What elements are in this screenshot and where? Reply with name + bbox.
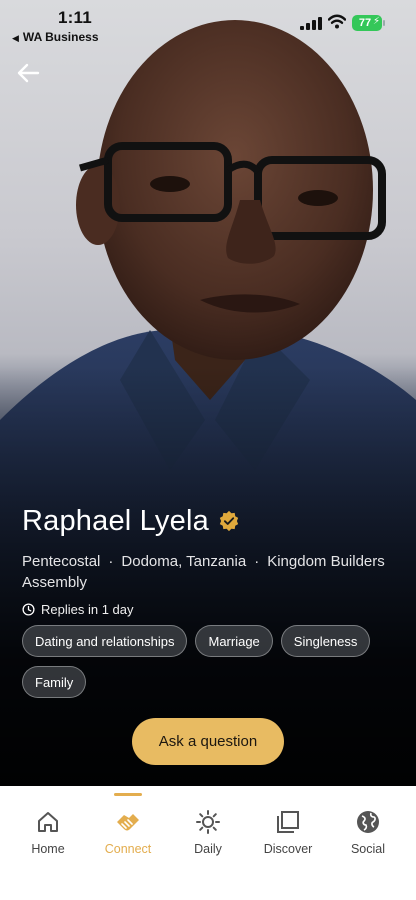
profile-info: Raphael Lyela Pentecostal · Dodoma, Tanzan… (22, 498, 402, 618)
profile-name: Raphael Lyela (22, 504, 209, 537)
meta-separator: · (108, 553, 114, 570)
verified-badge-icon (219, 510, 239, 532)
back-triangle-icon: ◀ (12, 33, 19, 43)
back-to-app-link[interactable]: ◀ WA Business (12, 30, 99, 44)
clock-icon (22, 603, 35, 616)
nav-label-social: Social (350, 842, 386, 856)
home-icon (38, 812, 58, 832)
name-row: Raphael Lyela (22, 498, 402, 544)
response-time: Replies in 1 day (22, 602, 402, 617)
back-arrow-icon[interactable] (14, 60, 42, 86)
profile-church-line1: Kingdom Builders (267, 553, 385, 570)
battery-indicator: 77 ⚡ (352, 15, 385, 31)
back-app-label: WA Business (22, 30, 99, 44)
charging-bolt-icon: ⚡ (372, 16, 380, 27)
active-tab-indicator (114, 793, 142, 796)
status-bar: 1:11 ◀ WA Business 77 ⚡ (0, 0, 416, 50)
tag-chip[interactable]: Marriage (195, 625, 273, 657)
profile-denomination: Pentecostal (22, 553, 101, 570)
nav-item-discover[interactable]: Discover (248, 808, 328, 856)
ask-question-button[interactable]: Ask a question (132, 718, 284, 765)
profile-church-line2: Assembly (22, 574, 88, 591)
meta-separator: · (254, 553, 260, 570)
profile-location: Dodoma, Tanzania (121, 553, 247, 570)
profile-meta: Pentecostal · Dodoma, Tanzania · Kingdom Bui… (22, 551, 402, 593)
nav-item-social[interactable]: Social (328, 808, 408, 856)
tag-chip[interactable]: Dating and relationships (22, 625, 188, 657)
battery-level: 77 (358, 17, 372, 29)
sun-icon (196, 810, 220, 834)
nav-item-connect[interactable]: Connect (88, 808, 168, 856)
wifi-icon (328, 14, 346, 29)
nav-label-home: Home (31, 842, 65, 856)
status-time: 1:11 (58, 8, 92, 27)
nav-label-connect: Connect (104, 842, 152, 856)
nav-label-daily: Daily (194, 842, 222, 856)
nav-label-discover: Discover (263, 842, 313, 856)
cellular-signal-icon (300, 17, 322, 30)
tag-chip[interactable]: Singleness (280, 625, 371, 657)
nav-item-daily[interactable]: Daily (168, 808, 248, 856)
response-time-label: Replies in 1 day (41, 602, 134, 617)
tag-chip[interactable]: Family (22, 666, 87, 698)
handshake-icon (117, 814, 139, 831)
stacked-squares-icon (277, 811, 299, 833)
topic-tags: Dating and relationships Marriage Single… (22, 625, 402, 698)
globe-icon (357, 811, 379, 833)
bottom-nav: Home Connect Daily Discover Social (0, 786, 416, 900)
nav-item-home[interactable]: Home (8, 808, 88, 856)
